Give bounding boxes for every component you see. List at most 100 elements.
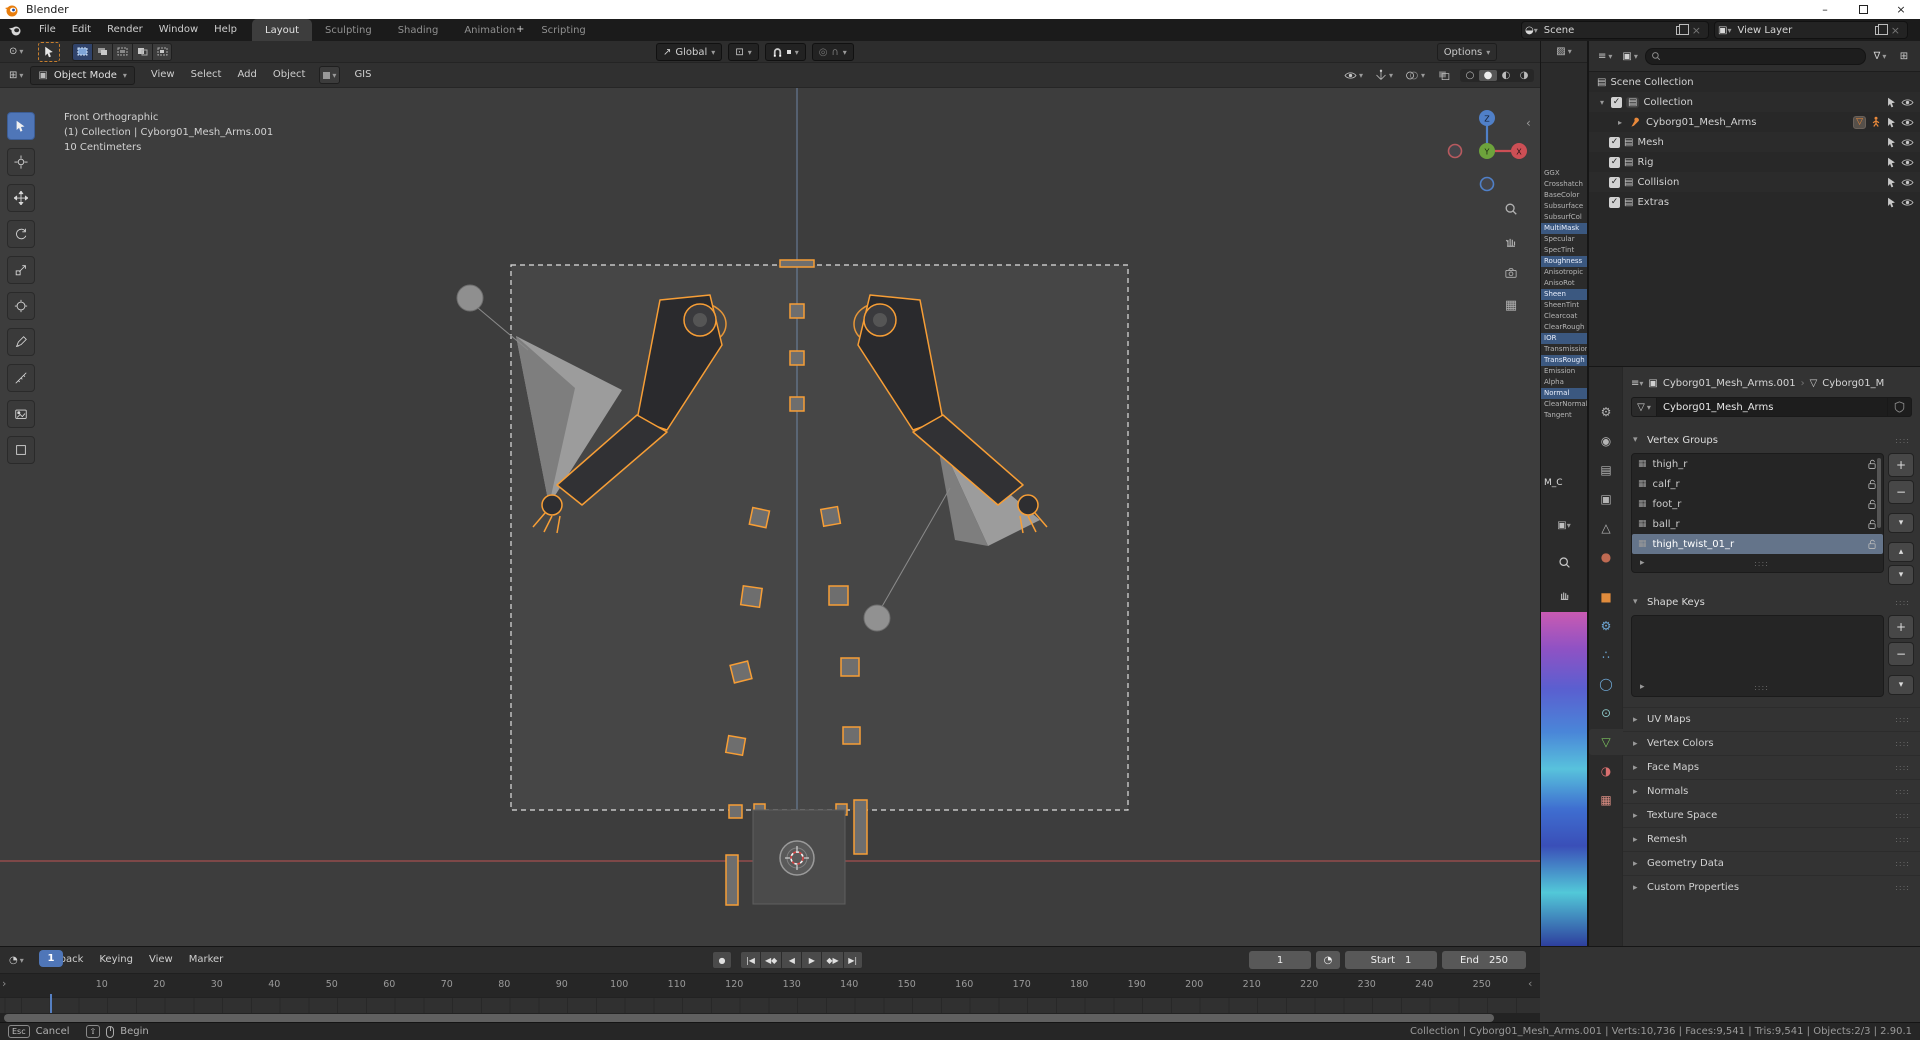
remove-vertex-group-button[interactable]: − bbox=[1888, 480, 1914, 504]
timeline-ruler[interactable]: 1020304050607080901001101201301401501601… bbox=[0, 973, 1540, 997]
eye-icon[interactable] bbox=[1901, 137, 1914, 148]
add-workspace-button[interactable]: + bbox=[508, 19, 532, 41]
timeline-menu-item[interactable]: Keying bbox=[91, 949, 141, 971]
viewport-menu-item[interactable]: View bbox=[143, 64, 183, 86]
transport-button[interactable]: ◀◆ bbox=[760, 951, 781, 969]
filter-dropdown[interactable]: ∇▾ bbox=[1870, 47, 1890, 65]
minimize-button[interactable]: – bbox=[1806, 0, 1844, 19]
properties-tab-world[interactable]: ● bbox=[1589, 544, 1623, 570]
tool-cursor[interactable] bbox=[7, 148, 35, 176]
transport-button[interactable]: ◆▶ bbox=[821, 951, 842, 969]
object-visibility-dropdown[interactable]: ▾ bbox=[1341, 66, 1366, 84]
properties-tab-scene[interactable]: △ bbox=[1589, 515, 1623, 541]
maximize-button[interactable] bbox=[1844, 0, 1882, 19]
properties-tab-constraints[interactable]: ⊙ bbox=[1589, 700, 1623, 726]
strip-item[interactable]: Emission bbox=[1541, 366, 1587, 377]
panel-section-collapsed[interactable]: ▸ UV Maps :::: bbox=[1623, 707, 1920, 731]
vertex-groups-panel-header[interactable]: ▾ Vertex Groups :::: bbox=[1623, 429, 1920, 451]
editor-type-dropdown[interactable]: ⊞▾ bbox=[6, 66, 26, 84]
strip-item[interactable]: Roughness bbox=[1541, 256, 1587, 267]
unlink-scene-icon[interactable]: × bbox=[1688, 24, 1705, 37]
strip-options-icon[interactable]: ▣▾ bbox=[1541, 520, 1587, 531]
lock-open-icon[interactable] bbox=[1867, 459, 1877, 470]
outliner-row-collision[interactable]: ✓ ▤ Collision bbox=[1589, 172, 1920, 192]
viewport-menu-item[interactable]: Object bbox=[265, 64, 314, 86]
eye-icon[interactable] bbox=[1901, 117, 1914, 128]
playhead[interactable] bbox=[50, 994, 52, 1014]
current-frame-badge[interactable]: 1 bbox=[39, 950, 63, 967]
transport-button[interactable]: |◀ bbox=[740, 951, 760, 969]
vertex-group-row[interactable]: ▦ thigh_twist_01_r bbox=[1632, 534, 1883, 554]
viewport-menu-item[interactable]: Select bbox=[183, 64, 230, 86]
timeline-menu-item[interactable]: Marker bbox=[181, 949, 232, 971]
properties-tab-modifiers[interactable]: ⚙ bbox=[1589, 613, 1623, 639]
viewport-3d[interactable]: Front Orthographic (1) Collection | Cybo… bbox=[0, 88, 1540, 946]
gis-menu[interactable]: GIS bbox=[346, 64, 379, 86]
region-expand-icon[interactable]: › bbox=[2, 977, 6, 990]
start-frame-field[interactable]: Start1 bbox=[1345, 951, 1437, 969]
camera-view-icon[interactable] bbox=[1500, 262, 1522, 284]
workspace-tab[interactable]: Scripting bbox=[528, 19, 598, 41]
breadcrumb-data[interactable]: Cyborg01_M bbox=[1822, 378, 1884, 389]
outliner-row-mesh[interactable]: ✓ ▤ Mesh bbox=[1589, 132, 1920, 152]
outliner-scope-dropdown[interactable]: ▣▾ bbox=[1619, 47, 1640, 65]
proportional-editing[interactable]: ◎ ∩▾ bbox=[812, 43, 854, 61]
tool-measure[interactable] bbox=[7, 364, 35, 392]
select-mode-new[interactable] bbox=[72, 43, 92, 61]
auto-record-button[interactable]: ● bbox=[712, 951, 732, 969]
tool-transform[interactable] bbox=[7, 292, 35, 320]
select-mode-extend[interactable] bbox=[92, 43, 112, 61]
strip-item[interactable]: Specular bbox=[1541, 234, 1587, 245]
selectable-icon[interactable] bbox=[1886, 197, 1897, 208]
properties-tab-render[interactable]: ◉ bbox=[1589, 428, 1623, 454]
grid-ortho-icon[interactable]: ▦ bbox=[1500, 294, 1522, 316]
outliner-row-rig[interactable]: ✓ ▤ Rig bbox=[1589, 152, 1920, 172]
origin-object[interactable] bbox=[753, 810, 845, 904]
lock-open-icon[interactable] bbox=[1867, 519, 1877, 530]
zoom-icon[interactable] bbox=[1558, 556, 1571, 569]
properties-tab-particles[interactable]: ∴ bbox=[1589, 642, 1623, 668]
outliner-row-scene-collection[interactable]: ▤ Scene Collection bbox=[1589, 72, 1920, 92]
close-button[interactable]: × bbox=[1882, 0, 1920, 19]
panel-section-collapsed[interactable]: ▸ Normals :::: bbox=[1623, 779, 1920, 803]
vertex-group-row[interactable]: ▦ foot_r bbox=[1632, 494, 1883, 514]
vertex-group-row[interactable]: ▦ ball_r bbox=[1632, 514, 1883, 534]
fake-user-shield-icon[interactable] bbox=[1888, 397, 1912, 417]
list-scrollbar[interactable] bbox=[1877, 458, 1881, 528]
collapsed-icon[interactable]: ▸ bbox=[1615, 118, 1625, 127]
expand-icon[interactable]: ▾ bbox=[1597, 98, 1607, 107]
viewport-menu-item[interactable]: Add bbox=[229, 64, 264, 86]
strip-item[interactable]: GGX bbox=[1541, 168, 1587, 179]
add-shape-key-button[interactable]: + bbox=[1888, 615, 1914, 639]
properties-tab-physics[interactable]: ◯ bbox=[1589, 671, 1623, 697]
shading-material[interactable]: ◐ bbox=[1497, 70, 1515, 81]
strip-item[interactable]: ClearNormal bbox=[1541, 399, 1587, 410]
navigation-gizmo[interactable]: X Y Z bbox=[1442, 106, 1532, 196]
pan-hand-icon[interactable] bbox=[1500, 230, 1522, 252]
scene-selector[interactable]: ◒ ▾ Scene × bbox=[1521, 21, 1709, 39]
selectable-icon[interactable] bbox=[1886, 97, 1897, 108]
shape-key-specials-menu[interactable]: ▾ bbox=[1888, 675, 1914, 695]
outliner-row-armature-object[interactable]: ▸ Cyborg01_Mesh_Arms ▽ bbox=[1589, 112, 1920, 132]
timeline-menu-item[interactable]: View bbox=[141, 949, 181, 971]
menu-item[interactable]: Help bbox=[206, 19, 245, 41]
strip-item[interactable]: Normal bbox=[1541, 388, 1587, 399]
auto-keying-toggle[interactable]: ◔ bbox=[1316, 951, 1340, 969]
eye-icon[interactable] bbox=[1901, 197, 1914, 208]
workspace-tab[interactable]: Sculpting bbox=[312, 19, 385, 41]
properties-tab-data[interactable]: ▽ bbox=[1589, 729, 1623, 755]
panel-section-collapsed[interactable]: ▸ Face Maps :::: bbox=[1623, 755, 1920, 779]
strip-item[interactable]: Subsurface bbox=[1541, 201, 1587, 212]
pan-hand-icon[interactable] bbox=[1558, 588, 1571, 601]
list-filter-expand-icon[interactable]: ▸ bbox=[1640, 558, 1648, 568]
viewport-scene[interactable] bbox=[0, 88, 1540, 946]
properties-tab-tool[interactable]: ⚙ bbox=[1589, 399, 1623, 425]
vertex-group-row[interactable]: ▦ thigh_r bbox=[1632, 454, 1883, 474]
panel-section-collapsed[interactable]: ▸ Remesh :::: bbox=[1623, 827, 1920, 851]
strip-item[interactable]: Crosshatch bbox=[1541, 179, 1587, 190]
search-input[interactable] bbox=[1664, 51, 1860, 61]
tool-annotate[interactable] bbox=[7, 328, 35, 356]
lock-open-icon[interactable] bbox=[1867, 479, 1877, 490]
tool-select-box[interactable] bbox=[7, 112, 35, 140]
strip-item[interactable]: Tangent bbox=[1541, 410, 1587, 421]
